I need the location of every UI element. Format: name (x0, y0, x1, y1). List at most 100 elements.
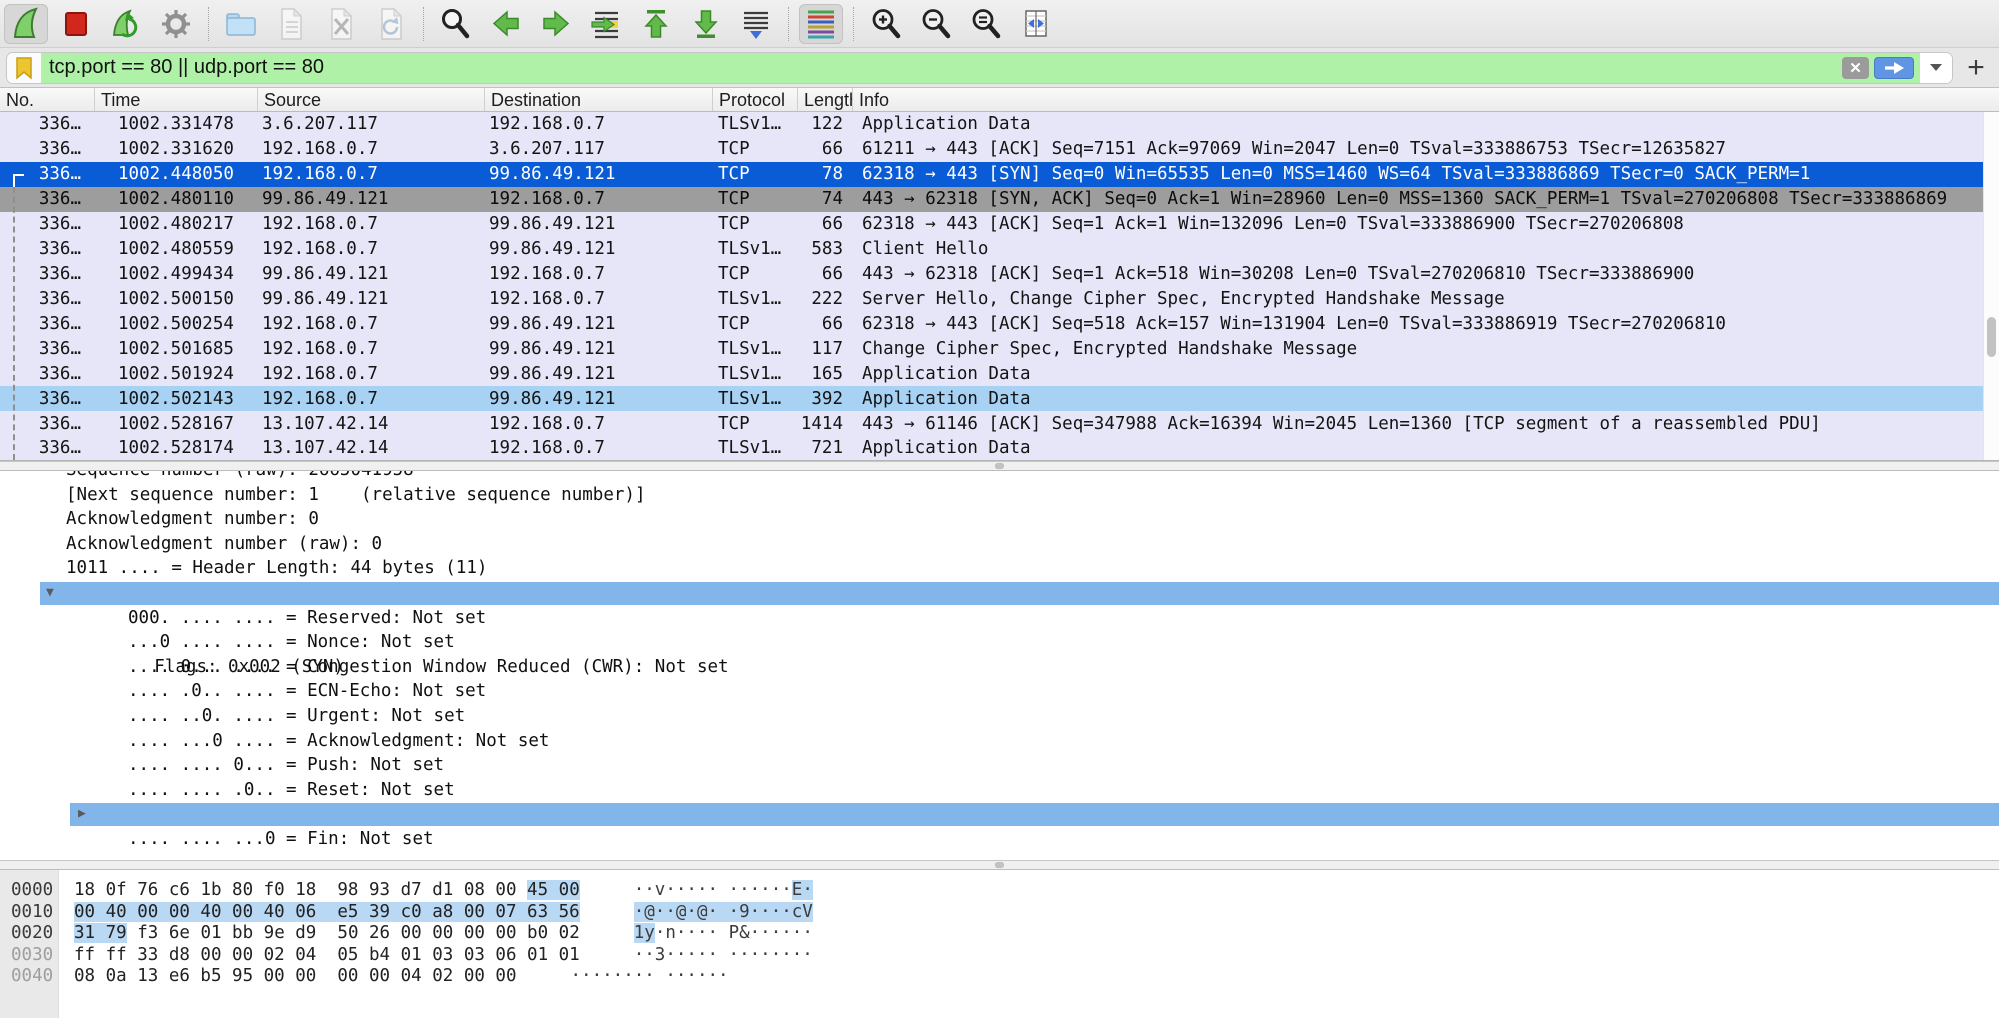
table-row[interactable]: 336…1002.49943499.86.49.121192.168.0.7TC… (0, 262, 1999, 287)
go-first-packet-button[interactable] (634, 4, 678, 44)
arrow-up-bar-icon (638, 6, 674, 42)
bookmark-icon (14, 56, 34, 80)
open-file-button[interactable] (219, 4, 263, 44)
cell-time: 1002.502143 (95, 389, 258, 409)
cell-protocol: TLSv1… (713, 364, 798, 384)
table-row[interactable]: 336…1002.3314783.6.207.117192.168.0.7TLS… (0, 112, 1999, 137)
table-row[interactable]: 336…1002.501924192.168.0.799.86.49.121TL… (0, 361, 1999, 386)
save-file-button[interactable] (269, 4, 313, 44)
column-header-protocol[interactable]: Protocol (713, 88, 798, 111)
filter-apply-button[interactable] (1874, 57, 1914, 79)
detail-row[interactable]: .... .... ...0 = Fin: Not set (0, 827, 1999, 852)
detail-row[interactable]: 1011 .... = Header Length: 44 bytes (11) (0, 556, 1999, 581)
reload-file-button[interactable] (369, 4, 413, 44)
detail-row[interactable]: .... .... 0... = Push: Not set (0, 753, 1999, 778)
display-filter-field[interactable]: tcp.port == 80 || udp.port == 80 ✕ (6, 52, 1953, 84)
go-forward-button[interactable] (534, 4, 578, 44)
detail-row[interactable]: Sequence number (raw): 2665041958 (0, 471, 1999, 483)
go-to-packet-button[interactable] (584, 4, 628, 44)
cell-info: 61211 → 443 [ACK] Seq=7151 Ack=97069 Win… (853, 139, 1999, 159)
cell-info: Client Hello (853, 239, 1999, 259)
column-header-time[interactable]: Time (95, 88, 258, 111)
splitter-grip-icon (995, 862, 1004, 868)
column-header-no[interactable]: No. (0, 88, 95, 111)
table-row-selected[interactable]: 336…1002.448050192.168.0.799.86.49.121TC… (0, 162, 1999, 187)
hex-row[interactable]: 001000 40 00 00 40 00 40 06 e5 39 c0 a8 … (0, 902, 1999, 924)
reload-document-icon (373, 6, 409, 42)
table-row[interactable]: 336…1002.480217192.168.0.799.86.49.121TC… (0, 212, 1999, 237)
filter-bookmark-button[interactable] (7, 53, 41, 83)
hex-row[interactable]: 0030ff ff 33 d8 00 00 02 04 05 b4 01 03 … (0, 945, 1999, 967)
expand-arrow-icon[interactable]: ▶ (78, 802, 86, 827)
goto-lines-arrow-icon (588, 6, 624, 42)
zoom-reset-button[interactable] (964, 4, 1008, 44)
zoom-out-button[interactable] (914, 4, 958, 44)
hex-row[interactable]: 000018 0f 76 c6 1b 80 f0 18 98 93 d7 d1 … (0, 880, 1999, 902)
detail-row-syn-highlighted[interactable]: ▶ .... .... ..1. = Syn: Set (0, 802, 1999, 827)
pane-splitter-bottom[interactable] (0, 860, 1999, 870)
column-header-destination[interactable]: Destination (485, 88, 713, 111)
cell-info: Application Data (853, 364, 1999, 384)
table-row[interactable]: 336…1002.48011099.86.49.121192.168.0.7TC… (0, 187, 1999, 212)
detail-row-flags-selected[interactable]: ▼ Flags: 0x002 (SYN) (0, 581, 1999, 606)
cell-protocol: TCP (713, 189, 798, 209)
column-header-length[interactable]: Length (798, 88, 853, 111)
filter-history-dropdown[interactable] (1920, 53, 1952, 83)
table-row[interactable]: 336…1002.331620192.168.0.73.6.207.117TCP… (0, 137, 1999, 162)
table-row[interactable]: 336…1002.50015099.86.49.121192.168.0.7TL… (0, 286, 1999, 311)
table-row[interactable]: 336…1002.502143192.168.0.799.86.49.121TL… (0, 386, 1999, 411)
stop-square-icon (58, 6, 94, 42)
filter-input-area[interactable]: tcp.port == 80 || udp.port == 80 ✕ (41, 53, 1920, 83)
packet-list-scrollbar[interactable] (1983, 112, 1999, 460)
cell-protocol: TLSv1… (713, 438, 798, 458)
go-last-packet-button[interactable] (684, 4, 728, 44)
capture-options-button[interactable] (154, 4, 198, 44)
table-row[interactable]: 336…1002.52817413.107.42.14192.168.0.7TL… (0, 436, 1999, 461)
cell-destination: 99.86.49.121 (485, 239, 713, 259)
scrollbar-thumb[interactable] (1987, 317, 1996, 357)
expand-arrow-icon[interactable]: ▼ (46, 581, 54, 606)
auto-scroll-button[interactable] (734, 4, 778, 44)
detail-row[interactable]: Acknowledgment number: 0 (0, 507, 1999, 532)
table-row[interactable]: 336…1002.501685192.168.0.799.86.49.121TL… (0, 336, 1999, 361)
detail-row[interactable]: [Next sequence number: 1 (relative seque… (0, 483, 1999, 508)
detail-row[interactable]: Acknowledgment number (raw): 0 (0, 532, 1999, 557)
table-row[interactable]: 336…1002.480559192.168.0.799.86.49.121TL… (0, 237, 1999, 262)
find-packet-button[interactable] (434, 4, 478, 44)
close-file-button[interactable] (319, 4, 363, 44)
cell-source: 192.168.0.7 (258, 164, 485, 184)
cell-source: 192.168.0.7 (258, 314, 485, 334)
pane-splitter-top[interactable] (0, 461, 1999, 471)
detail-row[interactable]: .... 0... .... = Congestion Window Reduc… (0, 655, 1999, 680)
detail-row[interactable]: .... ...0 .... = Acknowledgment: Not set (0, 729, 1999, 754)
filter-clear-button[interactable]: ✕ (1842, 57, 1869, 79)
column-header-source[interactable]: Source (258, 88, 485, 111)
cell-destination: 192.168.0.7 (485, 189, 713, 209)
resize-columns-button[interactable] (1014, 4, 1058, 44)
table-row[interactable]: 336…1002.52816713.107.42.14192.168.0.7TC… (0, 411, 1999, 436)
start-capture-button[interactable] (4, 4, 48, 44)
column-header-info[interactable]: Info (853, 88, 1999, 111)
go-back-button[interactable] (484, 4, 528, 44)
hex-bytes: 08 0a 13 e6 b5 95 00 00 00 00 04 02 00 0… (74, 966, 517, 988)
cell-source: 99.86.49.121 (258, 189, 485, 209)
detail-row[interactable]: .... .0.. .... = ECN-Echo: Not set (0, 679, 1999, 704)
hex-ascii: ·@··@·@· ·9····cV (634, 902, 813, 924)
detail-row[interactable]: ...0 .... .... = Nonce: Not set (0, 630, 1999, 655)
gear-icon (158, 6, 194, 42)
stop-capture-button[interactable] (54, 4, 98, 44)
restart-capture-button[interactable] (104, 4, 148, 44)
detail-row[interactable]: 000. .... .... = Reserved: Not set (0, 606, 1999, 631)
filter-expression[interactable]: tcp.port == 80 || udp.port == 80 (49, 56, 1842, 79)
detail-row[interactable]: .... ..0. .... = Urgent: Not set (0, 704, 1999, 729)
hex-row[interactable]: 002031 79 f3 6e 01 bb 9e d9 50 26 00 00 … (0, 923, 1999, 945)
cell-info: 443 → 61146 [ACK] Seq=347988 Ack=16394 W… (853, 414, 1999, 434)
cell-length: 122 (798, 114, 853, 134)
filter-add-button[interactable]: + (1959, 53, 1993, 83)
zoom-in-button[interactable] (864, 4, 908, 44)
hex-row[interactable]: 004008 0a 13 e6 b5 95 00 00 00 00 04 02 … (0, 966, 1999, 988)
table-row[interactable]: 336…1002.500254192.168.0.799.86.49.121TC… (0, 311, 1999, 336)
close-document-icon (323, 6, 359, 42)
colorize-packets-button[interactable] (799, 4, 843, 44)
detail-row[interactable]: .... .... .0.. = Reset: Not set (0, 778, 1999, 803)
